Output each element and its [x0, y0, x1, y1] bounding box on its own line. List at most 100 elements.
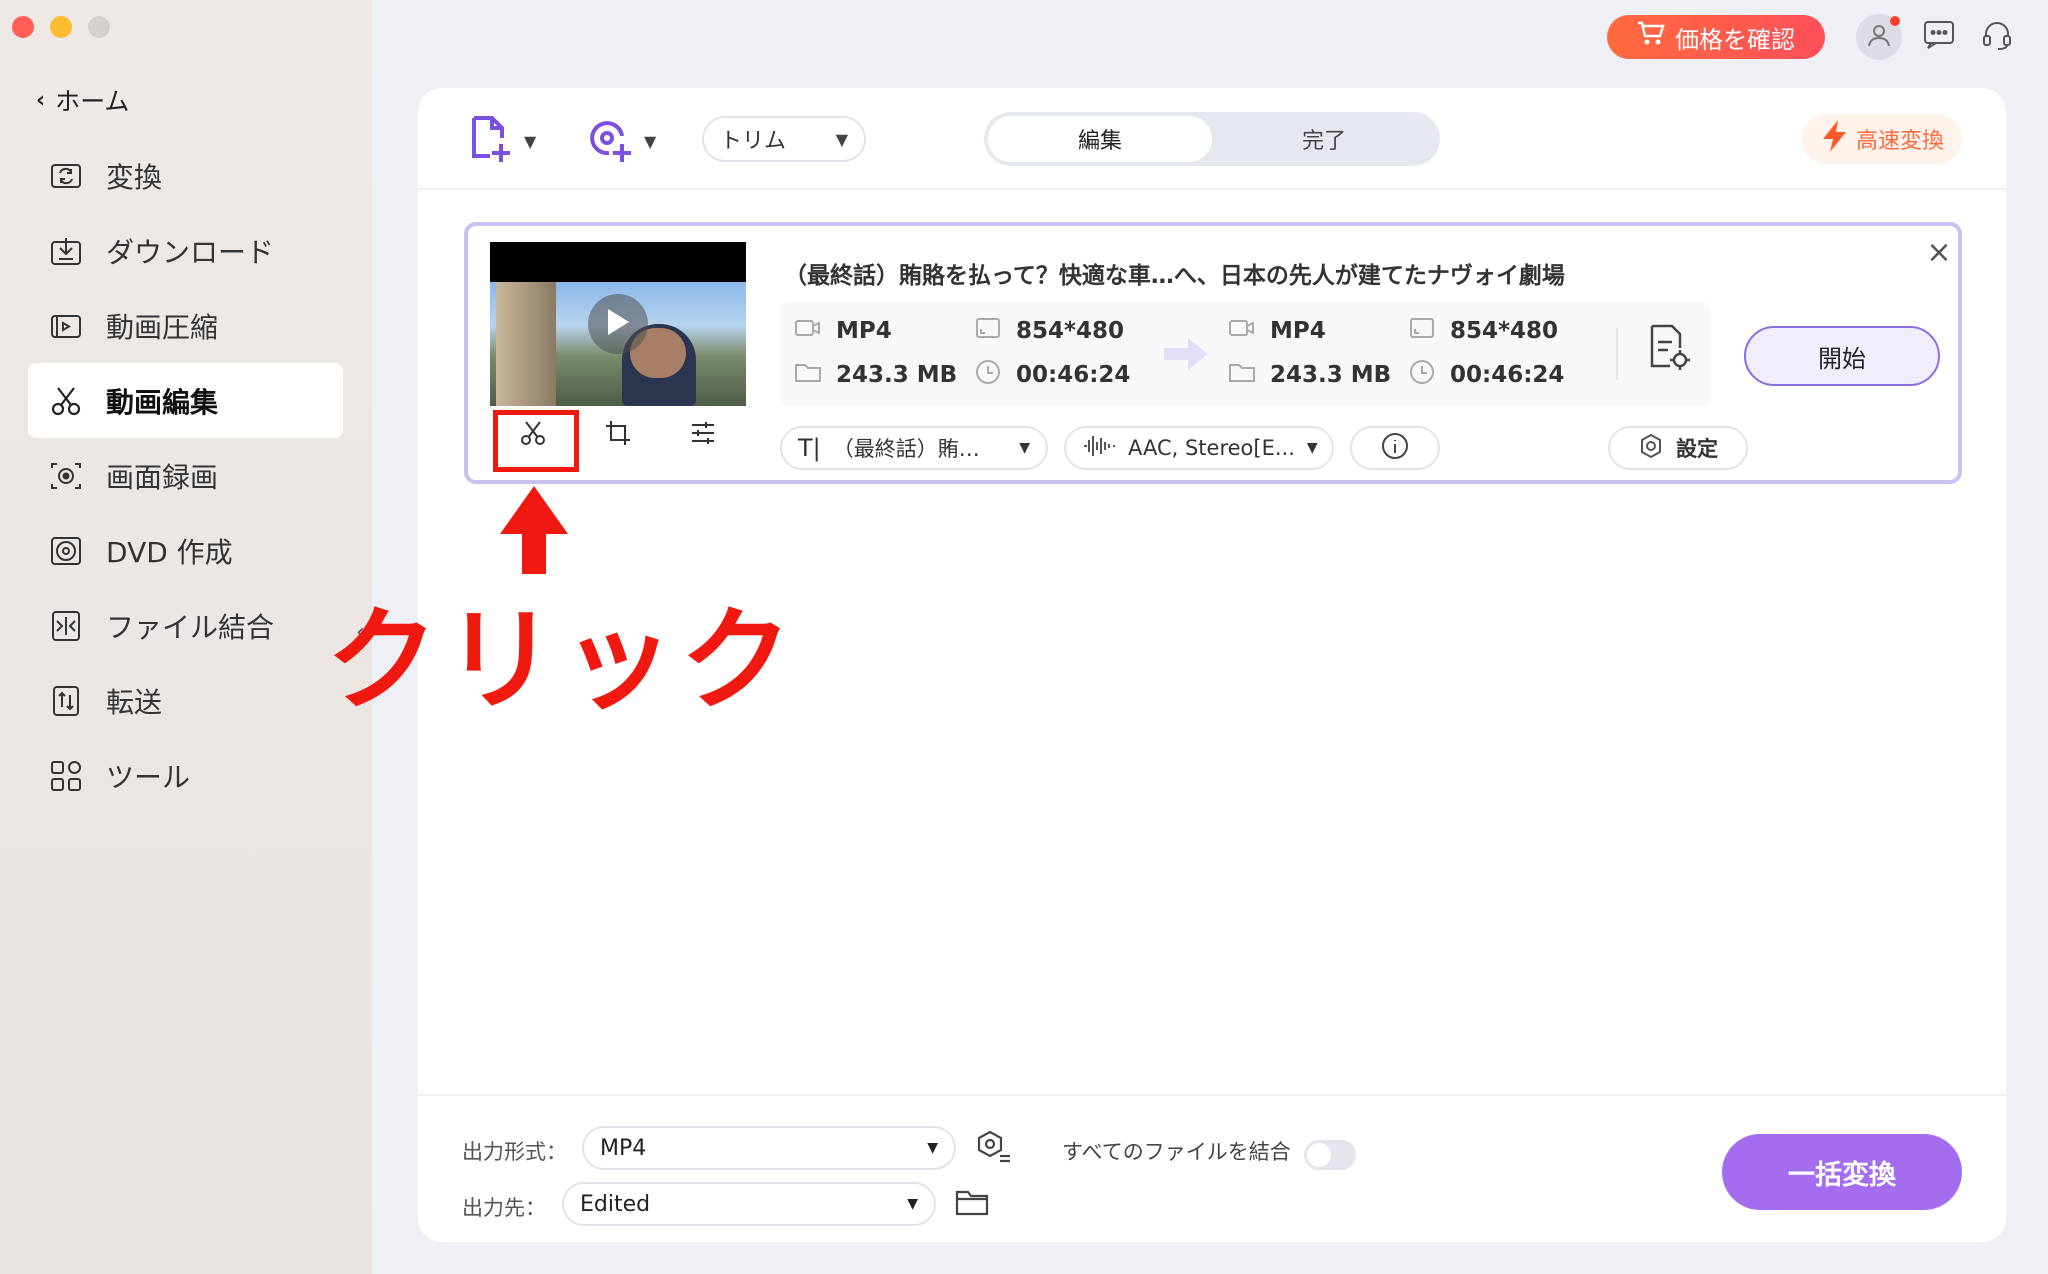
- sidebar-item-label: 画面録画: [106, 460, 219, 494]
- toolbar: ▼ ▼ トリム ▼ 編集 完了 高速変換: [418, 88, 2006, 190]
- target-duration: 00:46:24: [1408, 358, 1564, 392]
- video-thumbnail[interactable]: [490, 242, 746, 406]
- home-label: ホーム: [55, 87, 130, 116]
- format-settings-button[interactable]: [974, 1128, 1014, 1168]
- sidebar-item-label: 動画圧縮: [106, 310, 219, 344]
- resolution-icon: [974, 314, 1002, 348]
- chevron-left-icon: ‹: [36, 87, 46, 113]
- output-destination-value: Edited: [580, 1191, 651, 1217]
- feedback-button[interactable]: [1916, 14, 1962, 60]
- info-button[interactable]: [1350, 426, 1440, 470]
- sidebar-item-download[interactable]: ダウンロード: [28, 213, 343, 288]
- output-format-select[interactable]: MP4 ▼: [582, 1126, 956, 1170]
- chevron-down-icon: ▼: [907, 1196, 918, 1212]
- convert-all-button[interactable]: 一括変換: [1722, 1134, 1962, 1210]
- bottom-bar: 出力形式： MP4 ▼ すべてのファイルを結合 出力先： Edited ▼ 一括…: [418, 1094, 2006, 1242]
- sidebar-item-tools[interactable]: ツール: [28, 738, 343, 813]
- subtitle-select[interactable]: T| （最終話）賄… ▼: [780, 426, 1048, 470]
- trim-select[interactable]: トリム ▼: [702, 116, 866, 162]
- crop-icon: [604, 419, 632, 451]
- video-icon: [1228, 314, 1256, 348]
- output-settings-button[interactable]: [1644, 322, 1694, 372]
- file-info: MP4 243.3 MB 854*480 00:46:24 MP4 243.3 …: [780, 302, 1710, 406]
- target-format: MP4: [1228, 314, 1326, 348]
- file-title: （最終話）賄賂を払って？快適な車…へ、日本の先人が建てたナヴォイ劇場: [784, 263, 1565, 289]
- sidebar-item-video-edit[interactable]: 動画編集: [28, 363, 343, 438]
- window-zoom-button[interactable]: [88, 16, 110, 38]
- close-icon: ×: [1926, 235, 1952, 270]
- gear-icon: [1638, 433, 1664, 464]
- output-destination-label: 出力先：: [462, 1196, 546, 1220]
- window-minimize-button[interactable]: [50, 16, 72, 38]
- convert-icon: [48, 158, 84, 194]
- sidebar-item-transfer[interactable]: 転送: [28, 663, 343, 738]
- check-price-label: 価格を確認: [1675, 25, 1795, 54]
- clock-icon: [1408, 358, 1436, 392]
- annotation-highlight-box: [493, 410, 579, 472]
- add-disc-icon: [588, 114, 636, 168]
- fast-convert-button[interactable]: 高速変換: [1802, 114, 1962, 164]
- window-close-button[interactable]: [12, 16, 34, 38]
- annotation-arrow-icon: [498, 484, 570, 580]
- chevron-down-icon: ▼: [1019, 440, 1030, 456]
- cart-icon: [1637, 21, 1665, 53]
- sidebar-item-merge[interactable]: ファイル結合: [28, 588, 343, 663]
- merge-icon: [48, 608, 84, 644]
- video-icon: [794, 314, 822, 348]
- merge-files-toggle[interactable]: [1304, 1140, 1356, 1170]
- user-icon: [1866, 22, 1892, 52]
- play-icon: [605, 307, 631, 341]
- sidebar-item-label: ツール: [106, 760, 191, 794]
- sidebar-item-label: 転送: [106, 685, 163, 719]
- sidebar-item-dvd[interactable]: DVD 作成: [28, 513, 343, 588]
- add-media-button[interactable]: ▼: [588, 114, 656, 168]
- merge-files-label: すべてのファイルを結合: [1062, 1140, 1291, 1164]
- sidebar: ‹ ホーム 変換 ダウンロード 動画圧縮 動画編集 画面録画 DVD 作成 ファ…: [0, 0, 372, 1274]
- target-resolution: 854*480: [1408, 314, 1558, 348]
- sidebar-item-convert[interactable]: 変換: [28, 138, 343, 213]
- clock-icon: [974, 358, 1002, 392]
- source-duration: 00:46:24: [974, 358, 1130, 392]
- add-file-button[interactable]: ▼: [470, 114, 536, 168]
- source-resolution: 854*480: [974, 314, 1124, 348]
- source-format: MP4: [794, 314, 892, 348]
- account-avatar-button[interactable]: [1856, 14, 1902, 60]
- sidebar-item-label: ダウンロード: [106, 235, 275, 269]
- settings-button[interactable]: 設定: [1608, 426, 1748, 470]
- crop-button[interactable]: [596, 413, 640, 457]
- effects-button[interactable]: [681, 413, 725, 457]
- tab-edit[interactable]: 編集: [988, 116, 1212, 162]
- sidebar-item-compress[interactable]: 動画圧縮: [28, 288, 343, 363]
- dvd-icon: [48, 533, 84, 569]
- check-price-button[interactable]: 価格を確認: [1607, 15, 1825, 59]
- folder-icon: [794, 358, 822, 392]
- audio-select[interactable]: AAC, Stereo[E... ▼: [1064, 426, 1334, 470]
- subtitle-select-value: （最終話）賄…: [832, 437, 980, 461]
- download-icon: [48, 233, 84, 269]
- home-link[interactable]: ‹ ホーム: [36, 82, 129, 118]
- trim-select-value: トリム: [720, 129, 787, 154]
- screen-record-icon: [48, 458, 84, 494]
- remove-file-button[interactable]: ×: [1924, 238, 1954, 268]
- play-button[interactable]: [588, 294, 648, 354]
- transfer-icon: [48, 683, 84, 719]
- chevron-down-icon: ▼: [835, 129, 848, 149]
- output-destination-select[interactable]: Edited ▼: [562, 1182, 936, 1226]
- tab-done[interactable]: 完了: [1212, 116, 1436, 162]
- start-button[interactable]: 開始: [1744, 326, 1940, 386]
- annotation-text: クリック: [326, 596, 798, 726]
- chevron-down-icon: ▼: [1306, 440, 1318, 456]
- scissors-icon: [48, 383, 84, 419]
- sliders-icon: [689, 419, 717, 451]
- sidebar-item-label: 動画編集: [106, 385, 219, 419]
- sidebar-item-screen-record[interactable]: 画面録画: [28, 438, 343, 513]
- open-folder-button[interactable]: [954, 1184, 994, 1224]
- support-button[interactable]: [1974, 14, 2020, 60]
- tools-icon: [48, 758, 84, 794]
- text-icon: T|: [798, 434, 821, 462]
- sidebar-nav: 変換 ダウンロード 動画圧縮 動画編集 画面録画 DVD 作成 ファイル結合 転…: [28, 138, 343, 813]
- document-settings-icon: [1644, 324, 1694, 376]
- headset-icon: [1981, 19, 2013, 55]
- chevron-down-icon: ▼: [524, 131, 537, 151]
- folder-icon: [954, 1190, 990, 1224]
